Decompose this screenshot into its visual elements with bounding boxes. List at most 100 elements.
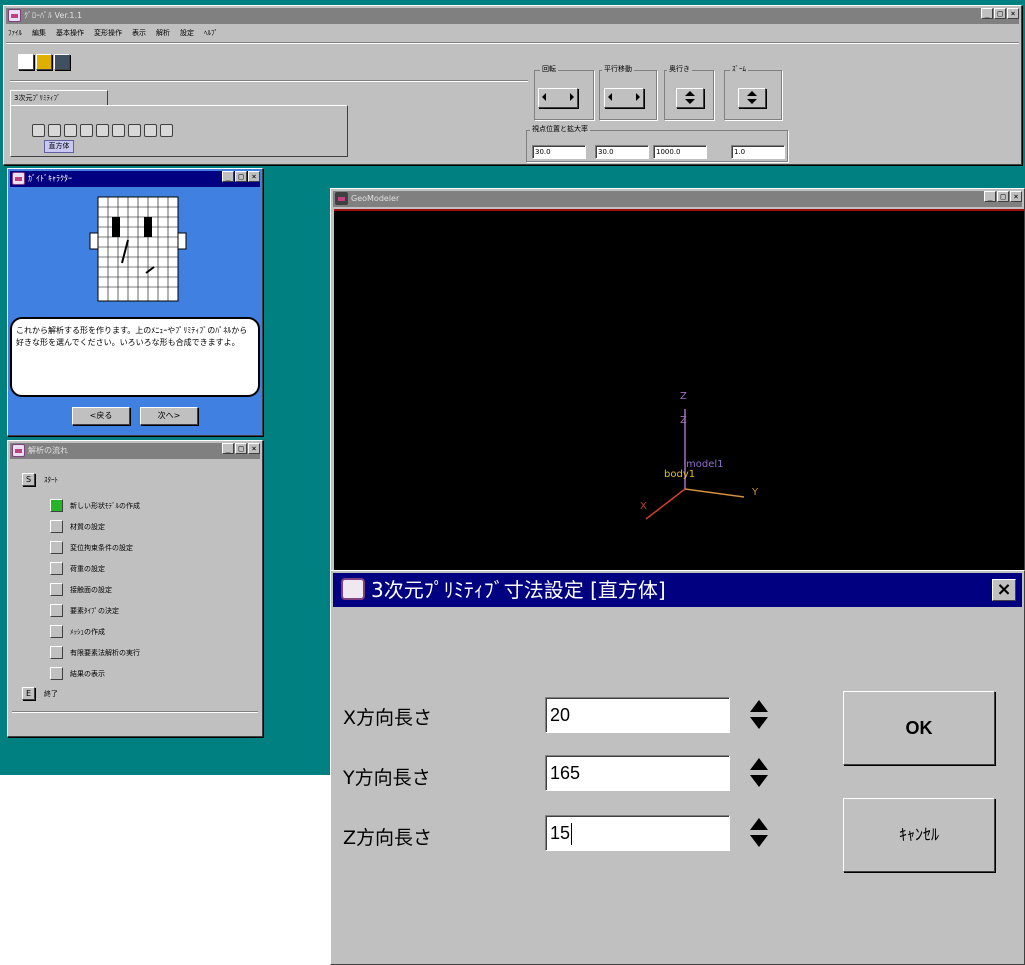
close-icon[interactable]: × <box>1010 191 1022 202</box>
dialog-title: 3次元ﾌﾟﾘﾐﾃｨﾌﾞ寸法設定 [直方体] <box>371 578 666 602</box>
view-label: 視点位置と拡大率 <box>530 124 590 134</box>
menu-analysis[interactable]: 解析 <box>156 26 170 40</box>
viewer-titlebar[interactable]: GeoModeler <box>333 191 1022 207</box>
step-button[interactable] <box>50 625 63 638</box>
viewer-app-icon <box>335 192 348 205</box>
menu-help[interactable]: ﾍﾙﾌﾟ <box>204 26 218 40</box>
viewer-window-title: GeoModeler <box>351 194 400 203</box>
close-icon: × <box>996 579 1012 600</box>
start-label: ｽﾀｰﾄ <box>44 476 58 484</box>
step-label: ﾒｯｼｭの作成 <box>70 628 105 636</box>
rotate-button[interactable] <box>538 88 578 108</box>
step-button[interactable] <box>50 562 63 575</box>
new-file-button[interactable] <box>18 54 34 70</box>
y-length-spinner-icon[interactable] <box>749 757 769 789</box>
maximize-icon[interactable]: □ <box>997 191 1009 202</box>
app-icon <box>8 9 21 22</box>
main-window-title: ｸﾞﾛｰﾊﾞﾙ Ver.1.1 <box>24 11 83 20</box>
zoom-button[interactable] <box>738 88 766 108</box>
maximize-icon[interactable]: □ <box>235 171 247 182</box>
menu-view[interactable]: 表示 <box>132 26 146 40</box>
menu-file[interactable]: ﾌｧｲﾙ <box>8 26 22 40</box>
menu-edit[interactable]: 編集 <box>32 26 46 40</box>
dialog-titlebar[interactable]: 3次元ﾌﾟﾘﾐﾃｨﾌﾞ寸法設定 [直方体] × <box>333 573 1022 607</box>
view-angle2-field[interactable]: 30.0 <box>595 145 649 159</box>
close-icon[interactable]: × <box>248 171 260 182</box>
dimension-dialog: 3次元ﾌﾟﾘﾐﾃｨﾌﾞ寸法設定 [直方体] × X方向長さ 20 Y方向長さ 1… <box>330 570 1025 965</box>
close-icon[interactable]: × <box>1007 8 1019 19</box>
guide-character-image <box>89 196 187 302</box>
minimize-icon[interactable]: _ <box>984 191 996 202</box>
viewport-3d[interactable]: Z Z X Y model1 body1 <box>334 209 1024 577</box>
prism-icon[interactable] <box>96 124 109 137</box>
axis-z-label: Z <box>680 391 687 402</box>
cone-icon[interactable] <box>64 124 77 137</box>
z-length-spinner-icon[interactable] <box>749 817 769 849</box>
close-icon[interactable]: × <box>248 443 260 454</box>
step-label: 接触面の設定 <box>70 586 112 594</box>
main-titlebar[interactable]: ｸﾞﾛｰﾊﾞﾙ Ver.1.1 <box>6 8 1019 24</box>
view-scale-field[interactable]: 1.0 <box>731 145 785 159</box>
save-file-button[interactable] <box>54 54 70 70</box>
menu-separator <box>6 42 1019 44</box>
end-marker[interactable]: E <box>22 687 35 700</box>
guide-back-button[interactable]: <戻る <box>72 407 130 425</box>
minimize-icon[interactable]: _ <box>981 8 993 19</box>
step-button[interactable] <box>50 667 63 680</box>
step-button[interactable] <box>50 541 63 554</box>
guide-message: これから解析する形を作ります。上のﾒﾆｭｰやﾌﾟﾘﾐﾃｨﾌﾞのﾊﾟﾈﾙから好きな… <box>16 326 248 347</box>
step-label: 結果の表示 <box>70 670 105 678</box>
z-length-input[interactable]: 15 <box>545 815 730 851</box>
tab-primitives[interactable]: 3次元ﾌﾟﾘﾐﾃｨﾌﾞ <box>10 90 108 105</box>
pyramid-icon[interactable] <box>80 124 93 137</box>
maximize-icon[interactable]: □ <box>235 443 247 454</box>
maximize-icon[interactable]: □ <box>994 8 1006 19</box>
open-file-button[interactable] <box>36 54 52 70</box>
depth-spin-icon <box>681 89 699 107</box>
cylinder-icon[interactable] <box>48 124 61 137</box>
minimize-icon[interactable]: _ <box>222 443 234 454</box>
view-distance-field[interactable]: 1000.0 <box>653 145 707 159</box>
box-icon[interactable] <box>32 124 45 137</box>
depth-button[interactable] <box>676 88 704 108</box>
z-length-value: 15 <box>550 823 571 843</box>
ok-button[interactable]: OK <box>843 691 995 765</box>
step-label: 有限要素法解析の実行 <box>70 649 140 657</box>
axis-gizmo <box>645 409 745 520</box>
guide-next-button[interactable]: 次へ> <box>140 407 198 425</box>
text-cursor <box>571 823 573 846</box>
sphere-icon[interactable] <box>112 124 125 137</box>
x-length-spinner-icon[interactable] <box>749 699 769 731</box>
menu-transform[interactable]: 変形操作 <box>94 26 122 40</box>
guide-window-title: ｶﾞｲﾄﾞｷｬﾗｸﾀｰ <box>28 174 72 183</box>
dialog-close-button[interactable]: × <box>992 579 1016 601</box>
step-button[interactable] <box>50 499 63 512</box>
torus-icon[interactable] <box>144 124 157 137</box>
x-length-input[interactable]: 20 <box>545 697 730 733</box>
step-label: 要素ﾀｲﾌﾟの決定 <box>70 607 119 615</box>
steps-window-title: 解析の流れ <box>28 446 68 455</box>
step-button[interactable] <box>50 583 63 596</box>
menu-settings[interactable]: 設定 <box>180 26 194 40</box>
wedge-icon[interactable] <box>160 124 173 137</box>
step-button[interactable] <box>50 520 63 533</box>
y-length-input[interactable]: 165 <box>545 755 730 791</box>
cancel-button[interactable]: ｷｬﾝｾﾙ <box>843 798 995 872</box>
step-button[interactable] <box>50 646 63 659</box>
main-window-controls: _ □ × <box>981 8 1019 19</box>
end-label: 終了 <box>44 690 58 698</box>
start-marker[interactable]: S <box>22 473 35 486</box>
step-label: 新しい形状ﾓﾃﾞﾙの作成 <box>70 502 140 510</box>
axis-y-label: Y <box>752 487 759 498</box>
dialog-app-icon <box>341 578 365 600</box>
minimize-icon[interactable]: _ <box>222 171 234 182</box>
guide-app-icon <box>12 172 25 185</box>
step-button[interactable] <box>50 604 63 617</box>
step-label: 材質の設定 <box>70 523 105 531</box>
tooltip: 直方体 <box>44 140 74 153</box>
translate-button[interactable] <box>604 88 644 108</box>
body-label: body1 <box>664 469 696 480</box>
hollow-cylinder-icon[interactable] <box>128 124 141 137</box>
menu-basic[interactable]: 基本操作 <box>56 26 84 40</box>
view-angle1-field[interactable]: 30.0 <box>532 145 586 159</box>
